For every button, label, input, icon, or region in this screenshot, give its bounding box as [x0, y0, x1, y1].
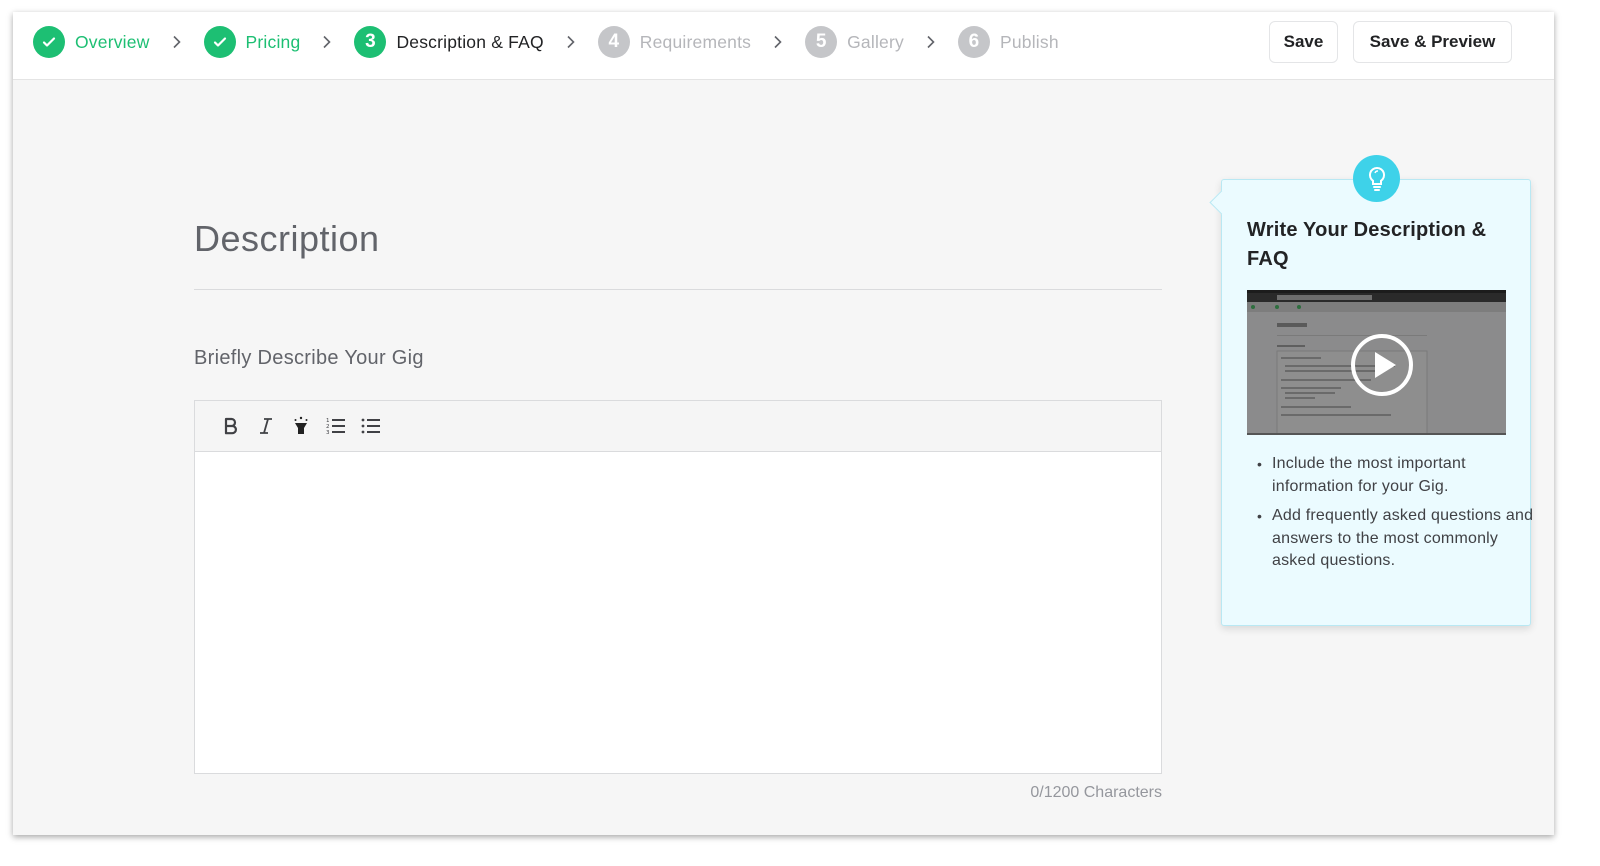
- tutorial-video-thumbnail[interactable]: [1247, 290, 1506, 435]
- check-icon: [33, 26, 65, 58]
- editor-toolbar: 123: [195, 401, 1161, 452]
- section-divider: [194, 289, 1162, 290]
- description-field-label: Briefly Describe Your Gig: [194, 347, 424, 369]
- step-number: 3: [354, 26, 387, 58]
- save-and-preview-button[interactable]: Save & Preview: [1353, 21, 1512, 63]
- step-label: Description & FAQ: [396, 31, 544, 52]
- step-label: Pricing: [245, 31, 301, 52]
- step-number: 4: [597, 26, 630, 58]
- step-label: Publish: [999, 31, 1059, 52]
- step-label: Gallery: [847, 31, 904, 52]
- description-textarea[interactable]: [195, 452, 1161, 773]
- tip-bullet: Include the most important information f…: [1257, 453, 1542, 498]
- section-title: Description: [194, 218, 380, 259]
- tip-bullet-list: Include the most important information f…: [1248, 453, 1542, 580]
- tip-card: Write Your Description & FAQ • Include t…: [1209, 155, 1533, 626]
- app-window: Overview Pricing 3 Description & FAQ 4 R…: [13, 12, 1554, 835]
- bullet-list-icon[interactable]: [353, 410, 388, 442]
- step-progress-nav: Overview Pricing 3 Description & FAQ 4 R…: [33, 26, 1059, 58]
- step-label: Overview: [75, 31, 150, 52]
- step-pricing[interactable]: Pricing: [203, 26, 301, 58]
- chevron-right-icon: [773, 35, 783, 49]
- svg-text:3: 3: [326, 430, 330, 435]
- step-gallery[interactable]: 5 Gallery: [805, 26, 904, 58]
- check-icon: [203, 26, 236, 58]
- play-icon: [1351, 334, 1413, 396]
- top-navigation-bar: Overview Pricing 3 Description & FAQ 4 R…: [13, 12, 1554, 80]
- chevron-right-icon: [322, 35, 332, 49]
- tip-bullet: Add frequently asked questions and answe…: [1257, 505, 1542, 573]
- tip-pointer: [1209, 190, 1234, 215]
- step-overview[interactable]: Overview: [33, 26, 150, 58]
- step-requirements[interactable]: 4 Requirements: [597, 26, 752, 58]
- tip-title: Write Your Description & FAQ: [1247, 219, 1487, 270]
- save-button[interactable]: Save: [1269, 21, 1338, 63]
- chevron-right-icon: [172, 35, 182, 49]
- italic-icon[interactable]: [248, 410, 283, 442]
- step-label: Requirements: [639, 31, 752, 52]
- chevron-right-icon: [566, 35, 576, 49]
- highlight-icon[interactable]: [283, 410, 318, 442]
- ordered-list-icon[interactable]: 123: [318, 410, 353, 442]
- step-description-faq[interactable]: 3 Description & FAQ: [354, 26, 544, 58]
- bold-icon[interactable]: [213, 410, 248, 442]
- description-editor: 123: [194, 400, 1162, 774]
- lightbulb-icon: [1353, 155, 1400, 202]
- chevron-right-icon: [926, 35, 936, 49]
- step-publish[interactable]: 6 Publish: [957, 26, 1059, 58]
- character-count: 0/1200 Characters: [1030, 784, 1162, 801]
- step-number: 6: [957, 26, 990, 58]
- step-number: 5: [805, 26, 838, 58]
